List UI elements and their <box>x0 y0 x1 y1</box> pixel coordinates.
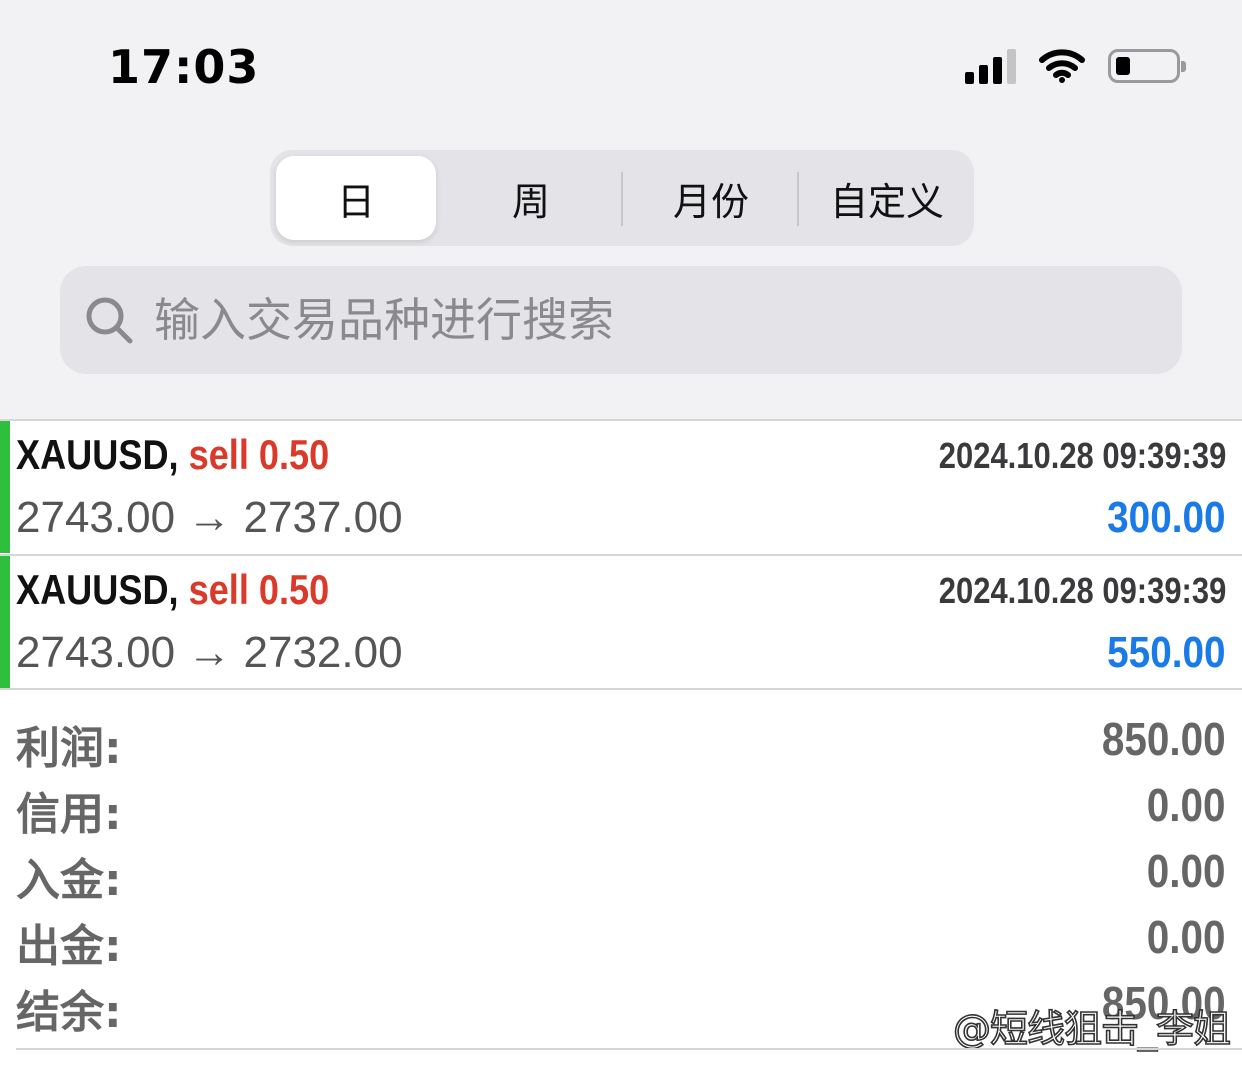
search-bar[interactable] <box>60 266 1182 374</box>
summary-label: 出金: <box>16 921 122 972</box>
search-icon <box>86 297 133 344</box>
tab-custom-label: 自定义 <box>829 179 944 224</box>
tab-week[interactable]: 周 <box>446 156 616 240</box>
tab-custom[interactable]: 自定义 <box>802 156 972 240</box>
tab-day[interactable]: 日 <box>276 156 436 240</box>
watermark: @短线狙击_李姐 <box>952 1006 1232 1052</box>
summary-label: 利润: <box>16 723 122 774</box>
tab-day-label: 日 <box>336 179 375 224</box>
trade-side-volume: sell 0.50 <box>188 431 330 478</box>
trade-symbol: XAUUSD, sell 0.50 <box>16 431 329 479</box>
divider <box>0 688 1242 690</box>
trade-profit: 550.00 <box>1107 628 1226 677</box>
segment-divider <box>797 172 799 226</box>
trade-prices: 2743.00 → 2732.00 <box>16 628 403 677</box>
symbol-text: XAUUSD, <box>16 431 179 478</box>
trade-symbol: XAUUSD, sell 0.50 <box>16 566 329 614</box>
wifi-icon <box>1039 49 1085 83</box>
summary-credit-row: 信用: 0.00 <box>0 778 1242 844</box>
divider <box>16 1048 1242 1050</box>
summary-label: 信用: <box>16 789 122 840</box>
summary-label: 入金: <box>16 855 122 906</box>
tab-month-label: 月份 <box>672 179 749 224</box>
symbol-text: XAUUSD, <box>16 566 179 613</box>
period-segmented-control: 日 周 月份 自定义 <box>270 150 974 246</box>
trade-row[interactable]: XAUUSD, sell 0.50 2024.10.28 09:39:39 27… <box>0 556 1242 688</box>
status-icons <box>965 44 1186 88</box>
trade-datetime: 2024.10.28 09:39:39 <box>938 570 1226 611</box>
summary-value: 0.00 <box>1147 911 1226 963</box>
cellular-signal-icon <box>965 48 1016 84</box>
tab-month[interactable]: 月份 <box>626 156 796 240</box>
summary-profit-row: 利润: 850.00 <box>0 712 1242 778</box>
summary-label: 结余: <box>16 987 122 1038</box>
summary-withdrawal-row: 出金: 0.00 <box>0 910 1242 976</box>
battery-icon <box>1108 49 1186 83</box>
trade-profit: 300.00 <box>1107 493 1226 542</box>
position-indicator-bar <box>0 421 10 553</box>
trade-datetime: 2024.10.28 09:39:39 <box>938 435 1226 476</box>
status-time: 17:03 <box>108 40 260 94</box>
summary-value: 850.00 <box>1102 713 1226 765</box>
trade-side-volume: sell 0.50 <box>188 566 330 613</box>
summary-value: 0.00 <box>1147 779 1226 831</box>
trade-row[interactable]: XAUUSD, sell 0.50 2024.10.28 09:39:39 27… <box>0 421 1242 553</box>
tab-week-label: 周 <box>511 179 550 224</box>
search-input[interactable] <box>152 292 1116 348</box>
segment-divider <box>621 172 623 226</box>
trade-prices: 2743.00 → 2737.00 <box>16 493 403 542</box>
position-indicator-bar <box>0 556 10 688</box>
summary-deposit-row: 入金: 0.00 <box>0 844 1242 910</box>
summary-value: 0.00 <box>1147 845 1226 897</box>
